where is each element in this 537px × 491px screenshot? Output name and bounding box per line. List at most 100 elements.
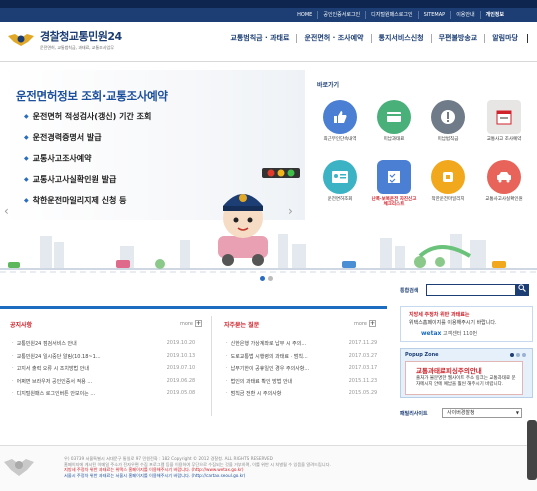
list-item[interactable]: 교통민원24 점검서비스 안내 2019.10.20 [12, 340, 196, 353]
guide-link[interactable]: 이용안내 [450, 11, 479, 19]
main-navigation: 교통범칙금 · 과태료 운전면허 · 조사예약 통지서비스신청 무편불방송교 알… [223, 34, 525, 43]
quick-item-accident-reservation[interactable]: 교통사고 조사예약 [479, 100, 529, 142]
list-item[interactable]: 도로교통법 시행령의 과태료 · 범칙... 2017.03.27 [226, 352, 378, 366]
quick-item-label: 미납과태료 [383, 137, 405, 142]
hero-item[interactable]: 착한운전마일리지제 신청 등 [24, 194, 151, 215]
hero-prev-arrow-icon[interactable]: ‹ [4, 204, 9, 218]
hero-item[interactable]: 교통사고조사예약 [24, 152, 151, 173]
popup-phishing-notice[interactable]: 교통과태료피싱주의안내 출처가 불분명한 웹사이트 주소 링크는 교통과태료 문… [405, 361, 523, 395]
faq-more-button[interactable]: more + [354, 320, 376, 327]
popup-pager-dot[interactable] [510, 353, 514, 357]
notice-item-title: 교통민원24 일시중단 알림(10.18~1... [16, 353, 101, 360]
hero-title: 운전면허정보 조회·교통조사예약 [16, 89, 168, 103]
quick-item-label: 교통사고 조사예약 [486, 137, 522, 142]
nav-broadcast[interactable]: 무편불방송교 [430, 34, 485, 43]
list-item[interactable]: 범칙금 전환 시 주의사항 2015.05.29 [226, 390, 378, 403]
thumb-icon [323, 100, 357, 134]
logo-title-service: 교통민원24 [68, 30, 122, 43]
faq-item-title: 납부기한이 공휴일인 경우 주의사항... [230, 366, 310, 372]
hero-item[interactable]: 운전경력증명서 발급 [24, 131, 151, 152]
faq-item-title: 법인의 과태료 확인 방법 안내 [230, 378, 293, 385]
hero-item[interactable]: 운전면허 적성검사(갱신) 기간 조회 [24, 110, 152, 131]
site-footer: 우) 03739 서울특별시 서대문구 통일로 97 민원전화 : 182 Co… [0, 445, 537, 491]
main-hero-banner[interactable]: 운전면허정보 조회·교통조사예약 운전면허 적성검사(갱신) 기간 조회 운전경… [0, 70, 305, 281]
list-item[interactable]: 고지서 출력 오류 시 조치방법 안내 2019.07.10 [12, 365, 196, 378]
faq-panel: 자주묻는 질문 more+ 신한은행 가상계좌로 납부 시 주의... 2017.… [214, 316, 386, 416]
wetax-banner-line1: 지방세 주정차 위반 과태료는 [409, 312, 470, 318]
quick-item-recent-enforcement[interactable]: 최근무인단속내역 [315, 100, 365, 142]
notice-item-date: 2019.10.20 [166, 340, 196, 346]
city-skyline-illustration [0, 234, 537, 273]
notice-item-title: 어쩌면 브라우저 공인인증서 적용 ... [16, 378, 93, 385]
faq-item-date: 2015.05.29 [348, 390, 378, 396]
police-emblem-icon [8, 33, 34, 46]
notice-item-date: 2019.10.13 [166, 352, 196, 359]
notice-item-title: 고지서 출력 오류 시 조치방법 안내 [16, 366, 89, 372]
wetax-callcenter: 고객센터 110번 [443, 331, 478, 337]
top-utility-bar: HOME 공인인증서로그인 디지털원패스로그인 SITEMAP 이용안내 개인정… [0, 0, 537, 22]
quick-menu-title: 바로가기 [317, 82, 340, 89]
footer-seoul-notice[interactable]: 서울시 주정차 위반 과태료는 서울시 홈페이지를 이용해주시기 바랍니다. (… [64, 473, 394, 479]
integrated-search: 통합검색 [398, 283, 533, 299]
notice-item-title: 디지털원패스 로그인버튼 안보이는 ... [16, 391, 96, 397]
quick-item-unpaid-penalty[interactable]: 미납범칙금 [423, 100, 473, 142]
nav-notice[interactable]: 알림마당 [484, 34, 525, 43]
popup-notice-body: 출처가 불분명한 웹사이트 주소 링크는 교통과태료 문자메시지 안에 예납을 … [416, 376, 516, 387]
popup-pager-dot[interactable] [516, 353, 520, 357]
home-link[interactable]: HOME [292, 11, 317, 19]
notice-panel: 공지사항 more+ 교통민원24 점검서비스 안내 2019.10.20 교통민… [0, 316, 212, 416]
license-icon [323, 160, 357, 194]
quick-item-label: 교통사고사실확인원 [485, 197, 523, 202]
search-icon[interactable] [515, 284, 529, 296]
plus-icon: + [194, 320, 202, 327]
privacy-link[interactable]: 개인정보 [479, 11, 509, 19]
notice-title: 공지사항 [10, 322, 33, 329]
popup-zone-title: Popup Zone [405, 352, 439, 358]
notice-more-button[interactable]: more + [180, 320, 202, 327]
notice-list: 교통민원24 점검서비스 안내 2019.10.20 교통민원24 일시중단 알림… [12, 340, 196, 403]
sitemap-link[interactable]: SITEMAP [417, 11, 451, 19]
wetax-banner[interactable]: 지방세 주정차 위반 과태료는 위택스홈페이지를 이용해주시기 바랍니다. we… [400, 306, 533, 342]
hero-next-arrow-icon[interactable]: › [288, 204, 293, 218]
calendar-icon [487, 100, 521, 134]
card-icon [377, 100, 411, 134]
nav-end-divider [527, 34, 528, 43]
list-item[interactable]: 납부기한이 공휴일인 경우 주의사항... 2017.03.17 [226, 365, 378, 378]
quick-item-accident-certificate[interactable]: 교통사고사실확인원 [479, 160, 529, 202]
list-item[interactable]: 법인의 과태료 확인 방법 안내 2015.11.23 [226, 377, 378, 391]
search-input[interactable] [426, 284, 516, 296]
faq-item-title: 범칙금 전환 시 주의사항 [230, 391, 282, 397]
more-label: more [180, 321, 193, 327]
quick-item-label: 운전면허조회 [327, 197, 353, 202]
site-logo[interactable]: 경찰청교통민원24 운전면허, 교통범칙금, 과태료, 교통조사업무 [6, 28, 122, 51]
faq-title: 자주묻는 질문 [224, 322, 260, 329]
popup-notice-title: 교통과태료피싱주의안내 [416, 367, 482, 375]
notice-item-date: 2019.05.08 [166, 390, 196, 396]
nav-fines[interactable]: 교통범칙금 · 과태료 [223, 34, 296, 43]
nav-notification[interactable]: 통지서비스신청 [370, 34, 431, 43]
hero-list: 운전면허 적성검사(갱신) 기간 조회 운전경력증명서 발급 교통사고조사예약 … [24, 110, 152, 215]
hero-item[interactable]: 교통사고사실확인원 발급 [24, 173, 151, 194]
quick-item-unpaid-fine[interactable]: 미납과태료 [369, 100, 419, 142]
notice-item-date: 2019.07.10 [166, 365, 196, 371]
list-item[interactable]: 신한은행 가상계좌로 납부 시 주의... 2017.11.29 [226, 340, 378, 353]
search-label: 통합검색 [400, 288, 419, 294]
popup-pager-dot[interactable] [522, 353, 526, 357]
list-item[interactable]: 디지털원패스 로그인버튼 안보이는 ... 2019.05.08 [12, 390, 196, 403]
faq-item-date: 2017.03.27 [348, 352, 378, 359]
quick-item-mileage[interactable]: 착한운전마일리지 [423, 160, 473, 202]
scrollbar-thumb[interactable] [527, 420, 537, 480]
family-site-label: 패밀리사이트 [400, 411, 428, 417]
faq-item-date: 2015.11.23 [348, 377, 378, 384]
faq-item-title: 도로교통법 시행령의 과태료 · 범칙... [230, 353, 308, 360]
onepass-login-link[interactable]: 디지털원패스로그인 [365, 11, 417, 19]
family-site-select[interactable]: 사이버경찰청 [442, 408, 522, 418]
nav-license[interactable]: 운전면허 · 조사예약 [296, 34, 370, 43]
list-item[interactable]: 교통민원24 일시중단 알림(10.18~1... 2019.10.13 [12, 352, 196, 366]
list-item[interactable]: 어쩌면 브라우저 공인인증서 적용 ... 2019.06.28 [12, 378, 196, 391]
faq-item-date: 2017.03.17 [348, 365, 378, 371]
quick-item-license-lookup[interactable]: 운전면허조회 [315, 160, 365, 202]
cert-login-link[interactable]: 공인인증서로그인 [317, 11, 365, 19]
notice-item-title: 교통민원24 점검서비스 안내 [16, 341, 77, 347]
quick-item-reckless-checklist[interactable]: 난폭·보복운전 자진신고 체크리스트 [369, 160, 419, 207]
